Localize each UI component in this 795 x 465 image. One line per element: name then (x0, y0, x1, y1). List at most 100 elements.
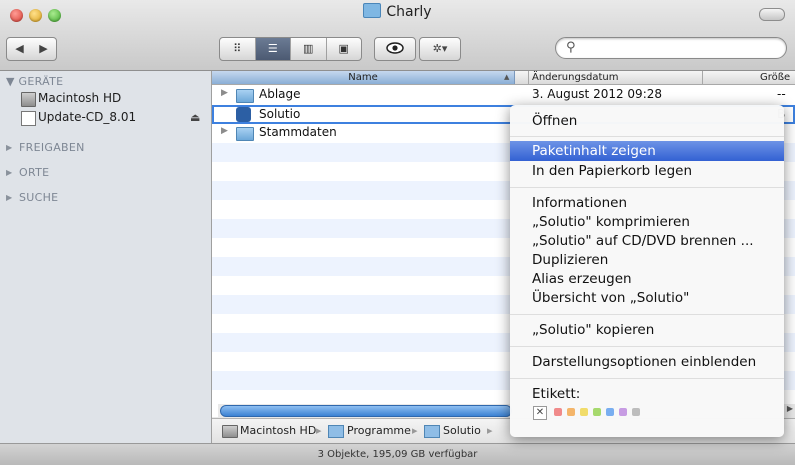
column-divider[interactable] (702, 71, 703, 84)
label-red-swatch[interactable] (554, 408, 562, 416)
scroll-right-icon[interactable]: ▶ (787, 404, 793, 413)
application-icon (236, 107, 251, 122)
window-title: Charly (0, 3, 795, 20)
label-gray-swatch[interactable] (632, 408, 640, 416)
label-yellow-swatch[interactable] (580, 408, 588, 416)
context-menu: Öffnen Paketinhalt zeigen In den Papierk… (510, 105, 784, 437)
disclosure-triangle-icon[interactable]: ▶ (6, 168, 12, 177)
column-header-name[interactable]: Name (212, 71, 515, 84)
view-mode-group: ⠿ ☰ ▥ ▣ (219, 37, 362, 61)
gear-icon: ✲▾ (432, 42, 448, 55)
row-name: Ablage (259, 87, 301, 101)
eye-icon (386, 42, 404, 54)
icon-view-button[interactable]: ⠿ (220, 38, 256, 60)
forward-button[interactable]: ▶ (31, 37, 57, 61)
row-name: Solutio (259, 107, 301, 121)
back-icon: ◀ (15, 42, 24, 55)
row-date: 3. August 2012 09:28 (532, 87, 663, 101)
disclosure-triangle-icon[interactable]: ▶ (6, 143, 12, 152)
menu-item-label: Darstellungsoptionen einblenden (532, 354, 757, 370)
menu-item-label: Etikett: (532, 386, 581, 402)
path-item-macintosh-hd[interactable]: Macintosh HD (240, 424, 316, 437)
back-button[interactable]: ◀ (6, 37, 33, 61)
label-blue-swatch[interactable] (606, 408, 614, 416)
menu-item-label: Paketinhalt zeigen (532, 143, 656, 159)
menu-item-copy[interactable]: „Solutio" kopieren (510, 320, 784, 340)
menu-item-get-info[interactable]: Informationen (510, 193, 784, 213)
menu-item-duplicate[interactable]: Duplizieren (510, 250, 784, 270)
menu-item-quick-look[interactable]: Übersicht von „Solutio" (510, 288, 784, 308)
label-purple-swatch[interactable] (619, 408, 627, 416)
search-icon: ⚲ (566, 40, 576, 55)
sidebar-section-devices[interactable]: ▼ GERÄTE (6, 75, 63, 88)
menu-item-label-heading: Etikett: (510, 384, 784, 404)
path-item-solutio[interactable]: Solutio (443, 424, 481, 437)
sidebar-item-macintosh-hd[interactable]: Macintosh HD (38, 91, 121, 105)
menu-item-label: Alias erzeugen (532, 271, 632, 287)
action-menu-button[interactable]: ✲▾ (419, 37, 461, 61)
column-header: Name ▲ Änderungsdatum Größe (212, 71, 795, 85)
disclosure-triangle-icon[interactable]: ▶ (6, 193, 12, 202)
label-green-swatch[interactable] (593, 408, 601, 416)
sidebar-item-update-cd[interactable]: Update-CD_8.01 (38, 110, 136, 124)
folder-icon (236, 127, 254, 141)
path-separator-icon: ▸ (487, 424, 493, 437)
column-divider[interactable] (528, 71, 529, 84)
folder-icon (363, 3, 382, 18)
status-bar: 3 Objekte, 195,09 GB verfügbar (0, 443, 795, 465)
sidebar: ▼ GERÄTE Macintosh HD Update-CD_8.01 ⏏ ▶… (0, 71, 212, 444)
menu-item-move-to-trash[interactable]: In den Papierkorb legen (510, 161, 784, 181)
column-view-icon: ▥ (303, 42, 314, 55)
window-title-text: Charly (386, 4, 432, 20)
icon-view-icon: ⠿ (233, 42, 242, 55)
row-size: -- (777, 87, 786, 101)
folder-icon (328, 425, 344, 438)
path-separator-icon: ▸ (412, 424, 418, 437)
label-none-icon[interactable]: ✕ (533, 406, 547, 420)
coverflow-view-icon: ▣ (338, 42, 349, 55)
table-row-ablage[interactable]: ▶ Ablage 3. August 2012 09:28 -- (212, 86, 795, 105)
list-view-button[interactable]: ☰ (255, 38, 291, 60)
eject-icon[interactable]: ⏏ (190, 111, 200, 124)
menu-item-open[interactable]: Öffnen (510, 111, 784, 131)
toolbar-toggle-button[interactable] (759, 8, 785, 21)
menu-item-label: „Solutio" auf CD/DVD brennen ... (532, 233, 754, 249)
hard-drive-icon (21, 92, 36, 107)
column-view-button[interactable]: ▥ (291, 38, 327, 60)
menu-item-make-alias[interactable]: Alias erzeugen (510, 269, 784, 289)
path-item-programme[interactable]: Programme (347, 424, 411, 437)
disclosure-triangle-icon[interactable]: ▶ (221, 88, 228, 98)
menu-separator (510, 378, 784, 379)
label-orange-swatch[interactable] (567, 408, 575, 416)
menu-separator (510, 136, 784, 137)
sidebar-section-shared[interactable]: FREIGABEN (19, 141, 85, 154)
menu-item-view-options[interactable]: Darstellungsoptionen einblenden (510, 352, 784, 372)
search-field[interactable]: ⚲ (555, 37, 787, 59)
sort-ascending-icon: ▲ (504, 73, 510, 81)
sidebar-section-search[interactable]: SUCHE (19, 191, 58, 204)
finder-window: Charly ◀ ▶ ⠿ ☰ ▥ ▣ ✲▾ ⚲ ▼ GERÄTE Macinto… (0, 0, 795, 465)
disk-image-icon (21, 111, 36, 126)
menu-item-show-package-contents[interactable]: Paketinhalt zeigen (510, 141, 784, 161)
scrollbar-thumb[interactable] (220, 405, 512, 417)
coverflow-view-button[interactable]: ▣ (327, 38, 362, 60)
row-name: Stammdaten (259, 125, 337, 139)
menu-separator (510, 346, 784, 347)
menu-item-label: „Solutio" komprimieren (532, 214, 690, 230)
sidebar-section-places[interactable]: ORTE (19, 166, 49, 179)
status-text: 3 Objekte, 195,09 GB verfügbar (317, 449, 478, 460)
menu-separator (510, 187, 784, 188)
disclosure-triangle-icon[interactable]: ▶ (221, 126, 228, 136)
menu-item-label: In den Papierkorb legen (532, 163, 693, 179)
hard-drive-icon (222, 425, 238, 438)
menu-item-label: Duplizieren (532, 252, 609, 268)
menu-item-compress[interactable]: „Solutio" komprimieren (510, 212, 784, 232)
folder-icon (424, 425, 440, 438)
forward-icon: ▶ (39, 42, 48, 55)
column-header-size[interactable]: Größe (760, 71, 790, 84)
menu-item-label: Übersicht von „Solutio" (532, 290, 690, 306)
column-header-date[interactable]: Änderungsdatum (532, 71, 619, 84)
menu-item-burn-to-disc[interactable]: „Solutio" auf CD/DVD brennen ... (510, 231, 784, 251)
list-view-icon: ☰ (267, 42, 278, 55)
quicklook-button[interactable] (374, 37, 416, 61)
